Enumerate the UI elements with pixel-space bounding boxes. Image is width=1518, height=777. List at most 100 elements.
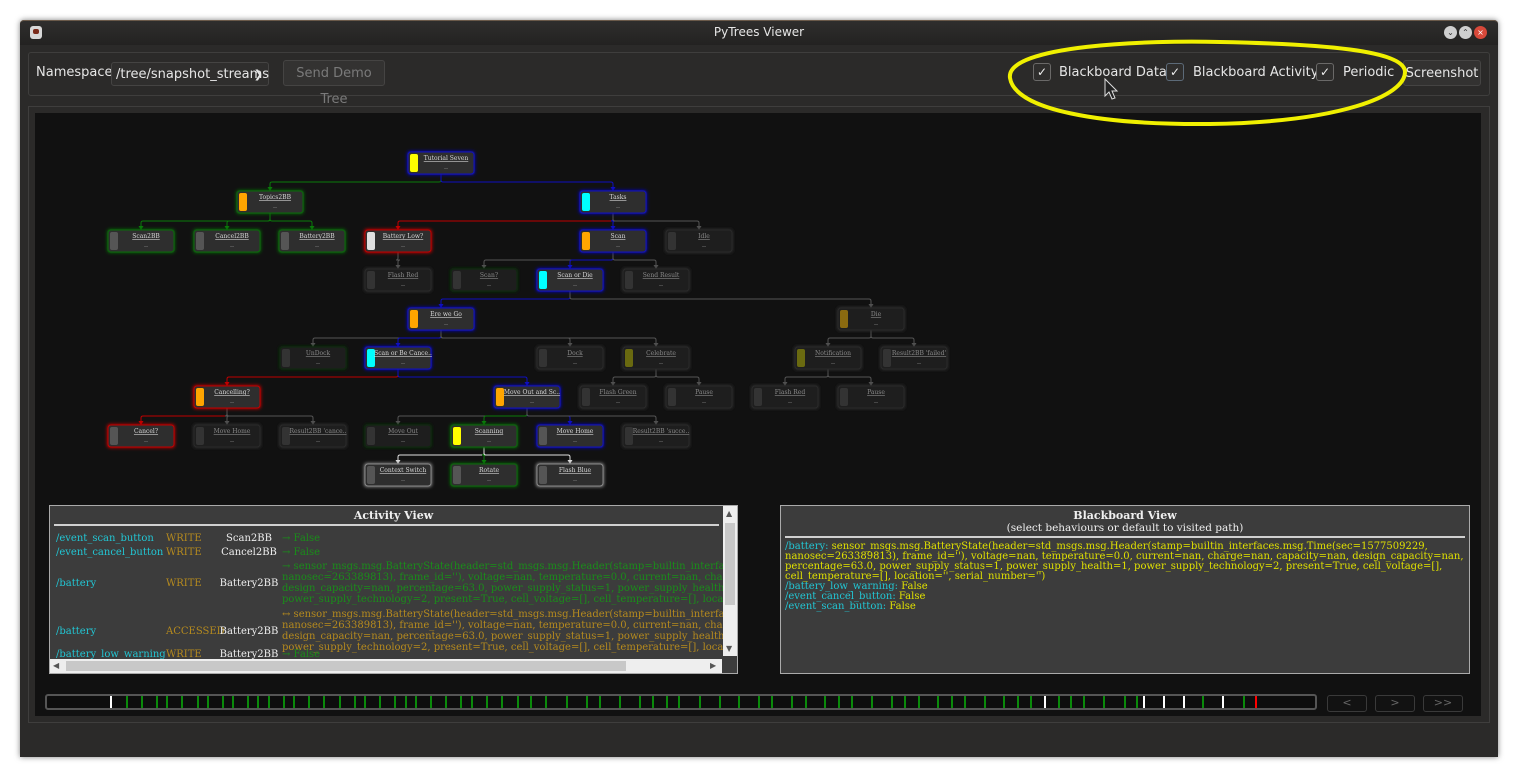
scroll-up-icon[interactable]: ▲	[726, 509, 732, 518]
close-button[interactable]: ×	[1474, 26, 1487, 39]
next-button[interactable]: >	[1375, 695, 1415, 712]
scroll-right-icon[interactable]: ▶	[710, 661, 716, 670]
tree-node-result2bb_cancelled[interactable]: Result2BB 'cance.. --	[279, 424, 347, 448]
timeline-bar[interactable]	[45, 694, 1317, 710]
timeline-tick[interactable]	[1222, 696, 1225, 708]
tree-node-rotate[interactable]: Rotate --	[450, 463, 518, 487]
timeline-tick[interactable]	[758, 696, 761, 708]
timeline-tick[interactable]	[257, 696, 260, 708]
timeline-tick[interactable]	[221, 696, 224, 708]
timeline-tick[interactable]	[353, 696, 356, 708]
scrollbar-thumb[interactable]	[725, 523, 735, 605]
timeline-tick[interactable]	[338, 696, 341, 708]
horizontal-scrollbar[interactable]: ◀ ▶	[50, 659, 722, 673]
timeline-tick[interactable]	[232, 696, 235, 708]
timeline-tick[interactable]	[1017, 696, 1020, 708]
timeline-tick[interactable]	[824, 696, 827, 708]
timeline-tick[interactable]	[1070, 696, 1073, 708]
timeline-tick[interactable]	[460, 696, 463, 708]
timeline-tick[interactable]	[1255, 696, 1258, 708]
timeline-tick[interactable]	[791, 696, 794, 708]
timeline-tick[interactable]	[181, 696, 184, 708]
timeline-tick[interactable]	[292, 696, 295, 708]
tree-node-move_home_1[interactable]: Move Home --	[193, 424, 261, 448]
timeline-tick[interactable]	[1142, 696, 1145, 708]
blackboard-entry[interactable]: /battery: sensor_msgs.msg.BatteryState(h…	[785, 542, 1465, 582]
tree-node-scan2bb[interactable]: Scan2BB --	[107, 229, 175, 253]
timeline-tick[interactable]	[984, 696, 987, 708]
timeline-tick[interactable]	[1123, 696, 1126, 708]
activity-row[interactable]: /battery WRITE Battery2BB → sensor_msgs.msg…	[56, 560, 737, 606]
timeline-tick[interactable]	[1029, 696, 1032, 708]
tree-node-celebrate[interactable]: Celebrate --	[622, 346, 690, 370]
blackboard-entry[interactable]: /event_scan_button: False	[785, 602, 1465, 612]
minimize-button[interactable]: ⌄	[1444, 26, 1457, 39]
timeline-tick[interactable]	[530, 696, 533, 708]
timeline-tick[interactable]	[445, 696, 448, 708]
scroll-down-icon[interactable]: ▼	[726, 644, 732, 653]
tree-node-scan_q[interactable]: Scan? --	[450, 268, 518, 292]
tree-node-send_result[interactable]: Send Result --	[622, 268, 690, 292]
activity-row[interactable]: /event_cancel_button WRITE Cancel2BB → Fals…	[56, 546, 320, 558]
timeline-tick[interactable]	[414, 696, 417, 708]
tree-node-tasks[interactable]: Tasks --	[579, 190, 647, 214]
tree-node-flash_blue[interactable]: Flash Blue --	[536, 463, 604, 487]
tree-node-scan[interactable]: Scan --	[579, 229, 647, 253]
timeline-tick[interactable]	[1162, 696, 1165, 708]
tree-node-cancel_q[interactable]: Cancel? --	[107, 424, 175, 448]
timeline-tick[interactable]	[678, 696, 681, 708]
tree-node-scanning[interactable]: Scanning --	[450, 424, 518, 448]
timeline-tick[interactable]	[871, 696, 874, 708]
timeline-tick[interactable]	[404, 696, 407, 708]
timeline-tick[interactable]	[937, 696, 940, 708]
tree-node-cancel2bb[interactable]: Cancel2BB --	[193, 229, 261, 253]
timeline-tick[interactable]	[545, 696, 548, 708]
blackboard-activity-label[interactable]: Blackboard Activity	[1193, 65, 1318, 80]
timeline-tick[interactable]	[891, 696, 894, 708]
timeline-tick[interactable]	[282, 696, 285, 708]
tree-node-result2bb_succeeded[interactable]: Result2BB 'succe.. --	[622, 424, 690, 448]
timeline-tick[interactable]	[379, 696, 382, 708]
timeline-tick[interactable]	[738, 696, 741, 708]
timeline-tick[interactable]	[323, 696, 326, 708]
timeline-tick[interactable]	[639, 696, 642, 708]
tree-node-tutorial_seven[interactable]: Tutorial Seven --	[407, 151, 475, 175]
timeline-tick[interactable]	[156, 696, 159, 708]
tree-node-cancelling[interactable]: Cancelling? --	[193, 385, 261, 409]
send-demo-tree-button[interactable]: Send Demo Tree	[283, 60, 385, 107]
tree-node-die[interactable]: Die --	[837, 307, 905, 331]
timeline-tick[interactable]	[1242, 696, 1245, 708]
timeline-tick[interactable]	[140, 696, 143, 708]
timeline-tick[interactable]	[618, 696, 621, 708]
previous-button[interactable]: <	[1327, 695, 1367, 712]
tree-node-notification[interactable]: Notification --	[794, 346, 862, 370]
tree-node-scan_or_die[interactable]: Scan or Die --	[536, 268, 604, 292]
timeline-tick[interactable]	[429, 696, 432, 708]
timeline-tick[interactable]	[838, 696, 841, 708]
timeline-tick[interactable]	[110, 696, 113, 708]
timeline-tick[interactable]	[1003, 696, 1006, 708]
timeline-tick[interactable]	[247, 696, 250, 708]
tree-node-ere_we_go[interactable]: Ere we Go --	[407, 307, 475, 331]
periodic-label[interactable]: Periodic	[1343, 65, 1394, 80]
scrollbar-thumb[interactable]	[66, 661, 626, 671]
periodic-checkbox[interactable]: ✓	[1316, 63, 1334, 81]
tree-node-move_out_and_scan[interactable]: Move Out and Sc.. --	[493, 385, 561, 409]
timeline-tick[interactable]	[698, 696, 701, 708]
activity-row[interactable]: /event_scan_button WRITE Scan2BB → False	[56, 532, 320, 544]
namespace-select[interactable]: /tree/snapshot_streams ❯	[111, 62, 269, 86]
tree-node-battery_low[interactable]: Battery Low? --	[364, 229, 432, 253]
tree-node-move_home_2[interactable]: Move Home --	[536, 424, 604, 448]
tree-node-battery2bb[interactable]: Battery2BB --	[278, 229, 346, 253]
timeline-tick[interactable]	[308, 696, 311, 708]
timeline-tick[interactable]	[963, 696, 966, 708]
timeline-tick[interactable]	[805, 696, 808, 708]
timeline-tick[interactable]	[1202, 696, 1205, 708]
blackboard-data-label[interactable]: Blackboard Data	[1059, 65, 1167, 80]
tree-node-undock[interactable]: UnDock --	[279, 346, 347, 370]
timeline-tick[interactable]	[771, 696, 774, 708]
tree-node-pause_2[interactable]: Pause --	[837, 385, 905, 409]
scroll-left-icon[interactable]: ◀	[53, 661, 59, 670]
tree-node-context_switch[interactable]: Context Switch --	[364, 463, 432, 487]
timeline-tick[interactable]	[394, 696, 397, 708]
